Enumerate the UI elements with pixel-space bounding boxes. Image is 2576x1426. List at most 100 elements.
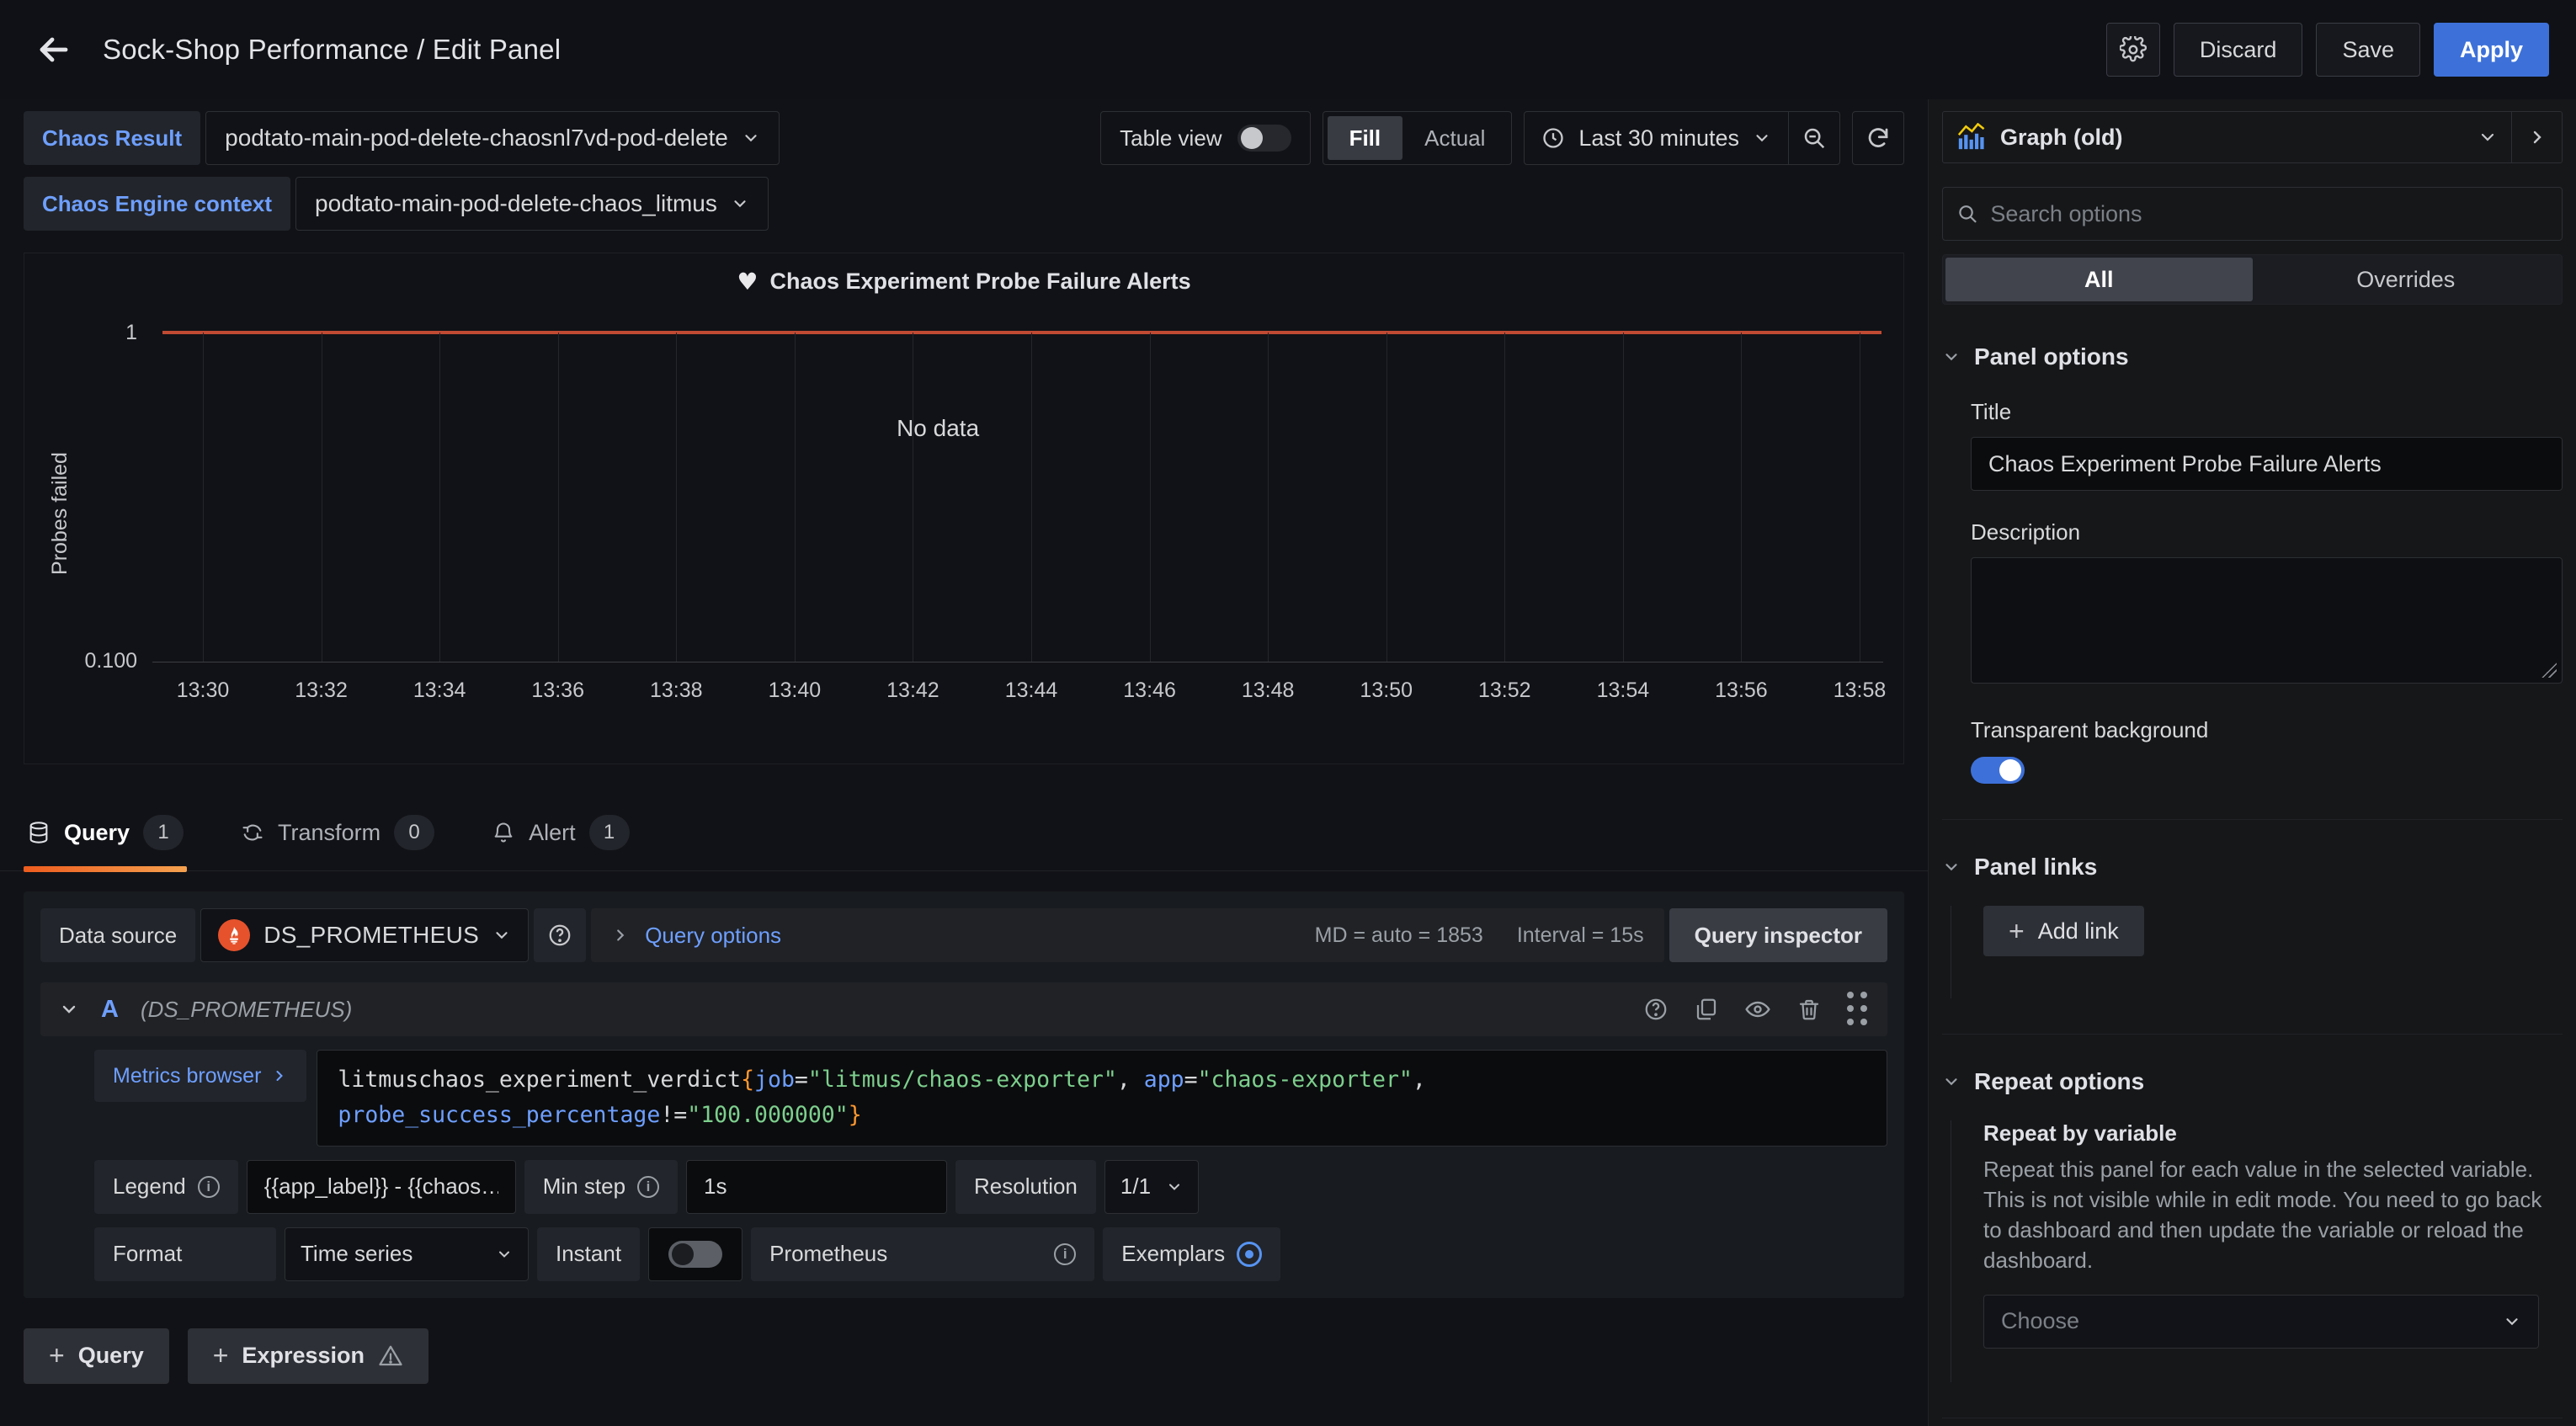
eye-icon[interactable] [1744, 996, 1771, 1023]
chevron-down-icon [2478, 127, 2498, 147]
edit-preview-area: Chaos Result podtato-main-pod-delete-cha… [0, 99, 1928, 1426]
save-button[interactable]: Save [2316, 23, 2420, 77]
topbar-actions: Discard Save Apply [2106, 23, 2549, 77]
tab-query[interactable]: Query 1 [24, 801, 187, 870]
tab-overrides[interactable]: Overrides [2253, 258, 2560, 301]
query-ref-id: A [101, 996, 119, 1024]
no-data-label: No data [897, 415, 979, 442]
repeat-variable-select[interactable]: Choose [1983, 1295, 2539, 1349]
x-tick: 13:32 [295, 678, 348, 703]
repeat-by-variable-label: Repeat by variable [1983, 1120, 2563, 1147]
transparent-bg-toggle[interactable] [1971, 757, 2025, 784]
section-display: Display Bars [1942, 1418, 2563, 1426]
panel-header[interactable]: ♥ Chaos Experiment Probe Failure Alerts [24, 253, 1903, 309]
chevron-down-icon [2503, 1312, 2521, 1331]
description-textarea[interactable] [1971, 557, 2563, 684]
variable-label: Chaos Engine context [24, 177, 290, 231]
query-options-toggle[interactable]: Query options [645, 923, 781, 949]
exemplars-eye-icon [1237, 1242, 1262, 1267]
repeat-options-header[interactable]: Repeat options [1942, 1068, 2563, 1095]
zoom-out-button[interactable] [1789, 112, 1839, 164]
gridlines: 13:30 13:32 13:34 13:36 13:38 13:40 13:4… [203, 333, 1860, 662]
query-a-header[interactable]: A (DS_PROMETHEUS) [40, 982, 1887, 1036]
apply-button[interactable]: Apply [2434, 23, 2549, 77]
datasource-picker[interactable]: DS_PROMETHEUS [200, 908, 529, 962]
fill-segment[interactable]: Fill [1328, 116, 1403, 160]
bell-icon [492, 821, 515, 844]
min-step-input[interactable] [686, 1160, 947, 1214]
variable-value-dropdown[interactable]: podtato-main-pod-delete-chaos_litmus [295, 177, 769, 231]
resolution-value: 1/1 [1120, 1173, 1151, 1200]
exemplars-control[interactable]: Exemplars [1103, 1227, 1280, 1281]
resize-handle[interactable] [2541, 662, 2557, 678]
trash-icon[interactable] [1796, 997, 1822, 1022]
drag-handle-icon[interactable] [1847, 992, 1869, 1027]
variable-value: podtato-main-pod-delete-chaos_litmus [315, 190, 717, 217]
instant-toggle-box [648, 1227, 742, 1281]
query-options-bar: Query options MD = auto = 1853 Interval … [591, 908, 1663, 962]
add-link-button[interactable]: + Add link [1983, 906, 2144, 956]
dashboard-variables: Chaos Result podtato-main-pod-delete-cha… [24, 111, 780, 231]
clock-icon [1541, 126, 1565, 150]
panel-links-heading: Panel links [1974, 854, 2097, 881]
datasource-help-button[interactable] [534, 908, 586, 962]
section-panel-options: Panel options Title Description Transpar… [1942, 305, 2563, 784]
plot-area[interactable]: 1 0.100 13:30 13:32 13:34 13:36 13:38 13… [152, 333, 1883, 662]
visualization-picker[interactable]: Graph (old) [1943, 112, 2511, 162]
panel-preview: ♥ Chaos Experiment Probe Failure Alerts … [24, 253, 1904, 764]
transparent-bg-label: Transparent background [1971, 717, 2563, 743]
refresh-button[interactable] [1852, 111, 1904, 165]
options-filter-tabs: All Overrides [1942, 254, 2563, 305]
panel-settings-button[interactable] [2106, 23, 2160, 77]
legend-input[interactable] [247, 1160, 516, 1214]
chevron-down-icon [1166, 1179, 1183, 1195]
x-tick: 13:46 [1123, 678, 1176, 703]
tab-all[interactable]: All [1945, 258, 2253, 301]
repeat-options-heading: Repeat options [1974, 1068, 2144, 1095]
min-step-label: Min stepi [524, 1160, 678, 1214]
back-arrow-icon[interactable] [34, 29, 74, 70]
query-card: Data source DS_PROMETHEUS Query options [24, 891, 1904, 1298]
tab-query-count: 1 [143, 815, 184, 850]
add-expression-button[interactable]: + Expression [188, 1328, 428, 1384]
help-icon[interactable] [1643, 997, 1669, 1022]
tab-transform[interactable]: Transform 0 [237, 801, 438, 870]
promql-editor[interactable]: litmuschaos_experiment_verdict{job="litm… [317, 1050, 1887, 1147]
metrics-browser-button[interactable]: Metrics browser [94, 1050, 306, 1102]
options-search-input[interactable] [1990, 201, 2548, 227]
resolution-select[interactable]: 1/1 [1104, 1160, 1199, 1214]
y-tick-1: 1 [125, 321, 137, 345]
duplicate-icon[interactable] [1694, 997, 1719, 1022]
collapse-pane-button[interactable] [2511, 112, 2562, 162]
query-options-row-1: Legendi Min stepi Resolution 1/1 [94, 1160, 1887, 1214]
tab-alert[interactable]: Alert 1 [488, 801, 633, 870]
max-data-points: MD = auto = 1853 [1315, 923, 1483, 948]
time-range-picker[interactable]: Last 30 minutes [1525, 112, 1788, 164]
actual-segment[interactable]: Actual [1402, 116, 1507, 160]
panel-title-input[interactable] [1971, 437, 2563, 491]
chevron-down-icon [496, 1246, 513, 1263]
page-title: Sock-Shop Performance / Edit Panel [103, 34, 561, 66]
prometheus-type-label: Prometheusi [751, 1227, 1094, 1281]
plus-icon: + [2009, 916, 2025, 947]
alert-heart-icon: ♥ [737, 268, 758, 295]
table-view-label: Table view [1120, 125, 1221, 152]
format-select[interactable]: Time series [285, 1227, 529, 1281]
panel-options-header[interactable]: Panel options [1942, 343, 2563, 370]
add-query-label: Query [78, 1343, 144, 1369]
table-view-toggle[interactable] [1237, 125, 1291, 152]
chevron-down-icon [1942, 1072, 1961, 1091]
options-pane: Graph (old) All Overrides Panel options … [1928, 99, 2576, 1426]
panel-title: Chaos Experiment Probe Failure Alerts [769, 269, 1190, 295]
query-editor: Data source DS_PROMETHEUS Query options [24, 891, 1904, 1384]
variable-value-dropdown[interactable]: podtato-main-pod-delete-chaosnl7vd-pod-d… [205, 111, 780, 165]
instant-toggle[interactable] [668, 1241, 722, 1268]
panel-links-header[interactable]: Panel links [1942, 854, 2563, 881]
fill-actual-segmented: Fill Actual [1323, 111, 1513, 165]
discard-button[interactable]: Discard [2174, 23, 2303, 77]
query-inspector-button[interactable]: Query inspector [1669, 908, 1887, 962]
x-tick: 13:34 [413, 678, 466, 703]
info-icon: i [1054, 1243, 1076, 1265]
add-query-button[interactable]: + Query [24, 1328, 169, 1384]
chevron-down-icon [1942, 348, 1961, 366]
